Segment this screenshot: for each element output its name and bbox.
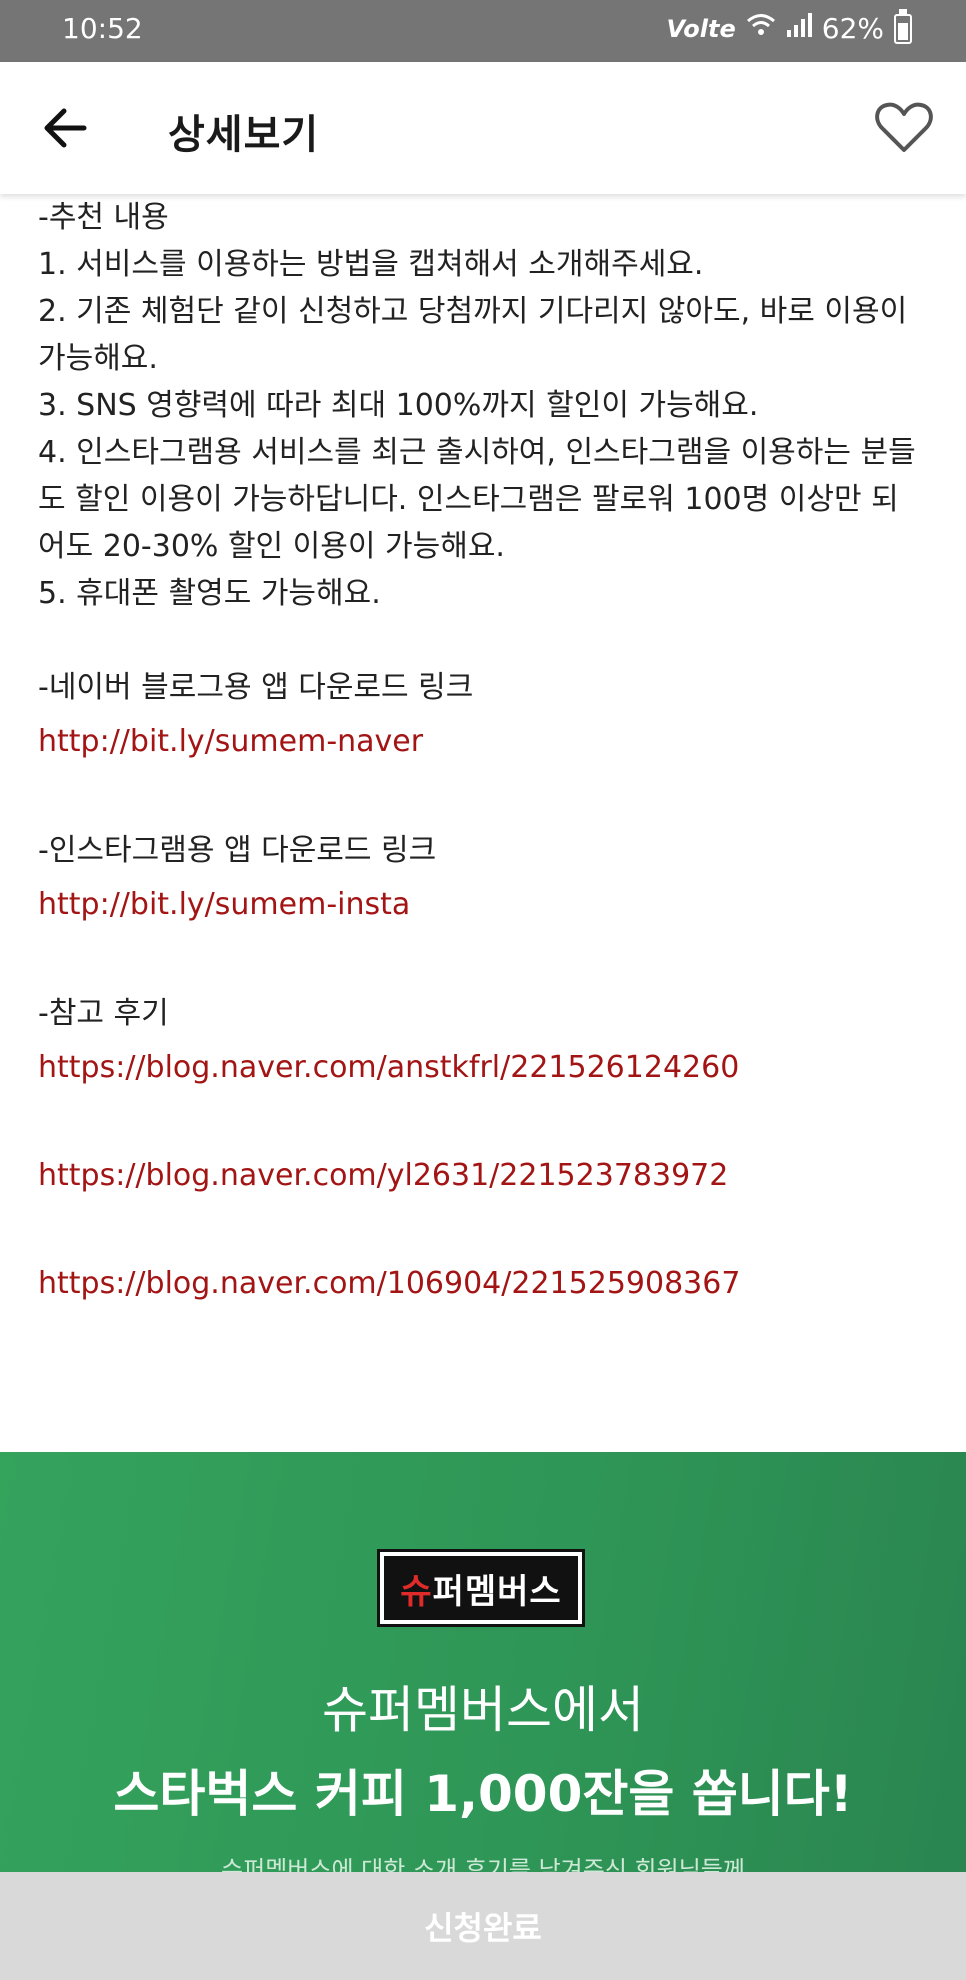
recommend-item: 2. 기존 체험단 같이 신청하고 당첨까지 기다리지 않아도, 바로 이용이 …	[38, 294, 908, 376]
back-button[interactable]	[38, 102, 94, 154]
status-icons: Volte 62%	[666, 8, 912, 45]
arrow-left-icon	[44, 108, 87, 148]
logo-text-red: 슈	[400, 1571, 433, 1612]
review-heading: -참고 후기	[38, 996, 169, 1031]
signal-icon	[786, 12, 812, 45]
promo-banner[interactable]: 슈 퍼멤버스 슈퍼멤버스에서 스타벅스 커피 1,000잔을 쏩니다! 슈퍼멤버스…	[0, 1452, 966, 1872]
volte-indicator: Volte	[666, 14, 736, 43]
insta-download-link[interactable]: http://bit.ly/sumem-insta	[38, 878, 918, 932]
banner-caption: 슈퍼멤버스에 대한 소개 후기를 남겨주신 회원님들께	[221, 1856, 745, 1872]
recommend-item: 4. 인스타그램용 서비스를 최근 출시하여, 인스타그램을 이용하는 분들도 …	[38, 435, 916, 564]
recommend-item: 5. 휴대폰 촬영도 가능해요.	[38, 576, 381, 611]
naver-download-link[interactable]: http://bit.ly/sumem-naver	[38, 715, 918, 769]
app-bar: 상세보기	[0, 62, 966, 194]
favorite-button[interactable]	[874, 98, 934, 158]
banner-subtitle: 슈퍼멤버스에서	[322, 1681, 644, 1739]
banner-headline: 스타벅스 커피 1,000잔을 쏩니다!	[113, 1765, 853, 1823]
supermembers-logo: 슈 퍼멤버스	[377, 1549, 585, 1627]
insta-download-heading: -인스타그램용 앱 다운로드 링크	[38, 833, 437, 868]
heart-outline-icon	[875, 102, 933, 152]
status-bar: 10:52 Volte 62%	[0, 0, 966, 62]
status-time: 10:52	[62, 12, 143, 45]
naver-download-heading: -네이버 블로그용 앱 다운로드 링크	[38, 670, 474, 705]
page-title: 상세보기	[168, 112, 320, 158]
battery-percent: 62%	[821, 12, 884, 45]
battery-icon	[894, 8, 912, 44]
logo-text-white: 퍼멤버스	[432, 1571, 562, 1612]
review-link[interactable]: https://blog.naver.com/anstkfrl/22152612…	[38, 1041, 918, 1095]
recommend-item: 1. 서비스를 이용하는 방법을 캡쳐해서 소개해주세요.	[38, 247, 704, 282]
review-link[interactable]: https://blog.naver.com/yl2631/2215237839…	[38, 1149, 918, 1203]
recommend-heading: -추천 내용	[38, 200, 169, 235]
apply-complete-button[interactable]: 신청완료	[0, 1872, 966, 1980]
wifi-icon	[746, 12, 776, 45]
recommend-item: 3. SNS 영향력에 따라 최대 100%까지 할인이 가능해요.	[38, 388, 759, 423]
detail-content: -추천 내용 1. 서비스를 이용하는 방법을 캡쳐해서 소개해주세요. 2. …	[38, 194, 918, 1311]
review-link[interactable]: https://blog.naver.com/106904/2215259083…	[38, 1257, 918, 1311]
